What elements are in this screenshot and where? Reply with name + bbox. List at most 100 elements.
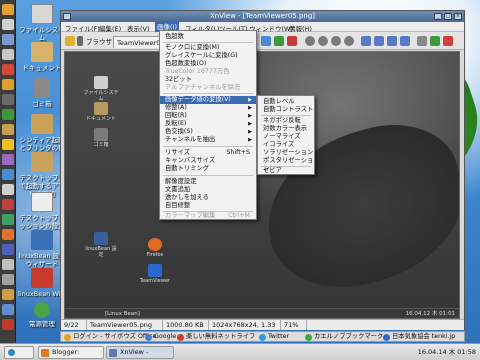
bookmark-google[interactable]: ログイン - サイボウズ OfficeGoogle: [145, 332, 176, 342]
submenu-item-posterize[interactable]: ポスタリゼーション: [258, 157, 314, 172]
menu-item-color-swap[interactable]: 色交換(S) ▶: [160, 128, 256, 136]
menu-item-flip[interactable]: 反転(E) ▶: [160, 120, 256, 128]
menu-item-label: 反転(E): [165, 120, 187, 127]
maximize-icon[interactable]: □: [444, 13, 452, 20]
launcher-app-icon[interactable]: [2, 49, 14, 60]
menu-item-label: チャンネルを抽出: [165, 136, 216, 143]
launcher-app-icon[interactable]: [2, 304, 14, 315]
submenu-item-sepia[interactable]: セピア: [258, 167, 314, 175]
menu-separator: [163, 146, 253, 147]
menu-item-canvas-size[interactable]: キャンバスサイズ: [160, 157, 256, 165]
launcher-app-icon[interactable]: [2, 139, 14, 150]
menu-item-auto-crop[interactable]: 自動トリミング: [160, 165, 256, 173]
viewed-screenshot: ファイルシステム ドキュメント ゴミ箱 linuxBean 設定 TeamVie…: [65, 52, 459, 318]
launcher-app-icon[interactable]: [2, 169, 14, 180]
launcher-app-icon[interactable]: [2, 34, 14, 45]
launcher-app-icon[interactable]: [2, 19, 14, 30]
last-icon[interactable]: [400, 36, 410, 46]
next-icon[interactable]: [374, 36, 384, 46]
menu-item-monochrome[interactable]: モノクロに変換(M): [160, 44, 256, 52]
menu-item-add-text[interactable]: 文書追加: [160, 186, 256, 194]
task-label: Blogger: PuppyLin...: [52, 348, 88, 360]
menu-item-resolution[interactable]: 解像度設定: [160, 178, 256, 186]
viewed-clock: 16.04.12 木 01:01: [405, 311, 455, 317]
status-filesize: 1000.80 KB: [163, 320, 209, 330]
menu-item-resize[interactable]: リサイズ Shift+S: [160, 149, 256, 157]
submenu-item-equalize[interactable]: イコライズ: [258, 141, 314, 149]
bookmark-label: 日本気象協会 tenki.jp: [392, 333, 456, 340]
menu-item-label: カラーマップ編集: [165, 212, 216, 219]
launcher-app-icon[interactable]: [2, 109, 14, 120]
slideshow-icon[interactable]: [430, 36, 440, 46]
menu-item-colormap: カラーマップ編集 Ctrl+M: [160, 212, 256, 220]
panel-menu-button[interactable]: [4, 346, 34, 359]
task-xnview[interactable]: XnView - [TeamV...: [106, 346, 174, 360]
tab-browser[interactable]: ブラウザ: [83, 36, 115, 48]
launcher-app-icon[interactable]: [2, 154, 14, 165]
fullscreen-icon[interactable]: [417, 36, 427, 46]
launcher-app-icon[interactable]: [2, 184, 14, 195]
zoom-fit-icon[interactable]: [331, 36, 341, 46]
image-viewer[interactable]: ファイルシステム ドキュメント ゴミ箱 linuxBean 設定 TeamVie…: [64, 51, 460, 319]
menu-item-value-convert[interactable]: 画像データ値の変換(V) ▶: [160, 96, 256, 104]
submenu-arrow-icon: ▶: [248, 137, 252, 143]
submenu-arrow-icon: ▶: [248, 105, 252, 111]
bookmark-cybozu[interactable]: ログイン - サイボウズ Office: [64, 332, 156, 342]
bookmark-twitter[interactable]: Twitter: [259, 332, 289, 342]
bookmark-tenki[interactable]: 日本気象協会 tenki.jp: [383, 332, 455, 342]
menu-item-extract-channel[interactable]: チャンネルを抽出 ▶: [160, 136, 256, 144]
bookmark-icon: [177, 334, 184, 341]
menu-separator: [163, 42, 253, 43]
launcher-app-icon[interactable]: [2, 319, 14, 330]
delete-icon[interactable]: [443, 36, 453, 46]
launcher-app-icon[interactable]: [2, 274, 14, 285]
launcher-app-icon[interactable]: [2, 4, 14, 15]
launcher-app-icon[interactable]: [2, 244, 14, 255]
zoom-in-icon[interactable]: [305, 36, 315, 46]
viewed-icon-label: TeamViewer: [139, 278, 171, 284]
first-icon[interactable]: [387, 36, 397, 46]
submenu-item-log-color[interactable]: 対数カラー表示: [258, 125, 314, 133]
menu-item-color-count[interactable]: 色超数: [160, 33, 256, 41]
window-titlebar[interactable]: XnView - [TeamViewer05.png] _ □ ×: [61, 11, 464, 22]
viewed-desktop-icon: Firefox: [137, 238, 173, 258]
zoom-out-icon[interactable]: [318, 36, 328, 46]
launcher-app-icon[interactable]: [2, 94, 14, 105]
bookmark-netlife[interactable]: 楽しい無料ネットライフ: [177, 332, 255, 342]
launcher-app-icon[interactable]: [2, 79, 14, 90]
menu-item-adjust[interactable]: 修整(A) ▶: [160, 104, 256, 112]
close-icon[interactable]: ×: [454, 13, 462, 20]
launcher-app-icon[interactable]: [2, 229, 14, 240]
launcher-app-icon[interactable]: [2, 199, 14, 210]
launcher-app-icon[interactable]: [2, 64, 14, 75]
menu-item-grayscale[interactable]: グレイスケールに変換(G): [160, 52, 256, 60]
submenu-item-negative[interactable]: ネガポジ反転: [258, 117, 314, 125]
folder-icon: [31, 42, 53, 62]
menu-item-redeye[interactable]: 自目修整: [160, 202, 256, 210]
submenu-item-auto-level[interactable]: 自動レベル: [258, 98, 314, 106]
launcher-app-icon[interactable]: [2, 214, 14, 225]
task-blogger[interactable]: Blogger: PuppyLin...: [38, 346, 104, 360]
bookmark-kaeru[interactable]: カエルノブブックマーク...: [305, 332, 389, 342]
redo-icon[interactable]: [287, 36, 297, 46]
viewed-icon-label: ゴミ箱: [93, 142, 109, 148]
menu-item-32bit[interactable]: 32ビット: [160, 76, 256, 84]
menu-item-rotate[interactable]: 回転(R) ▶: [160, 112, 256, 120]
launcher-app-icon[interactable]: [2, 259, 14, 270]
panel-clock[interactable]: 16.04.14 木 01:58: [418, 346, 476, 359]
bookmark-icon: [383, 334, 390, 341]
launcher-app-icon[interactable]: [2, 124, 14, 135]
zoom-actual-icon[interactable]: [344, 36, 354, 46]
minimize-icon[interactable]: _: [434, 13, 442, 20]
submenu-item-solarize[interactable]: ソラリゼーション: [258, 149, 314, 157]
submenu-item-auto-contrast[interactable]: 自動コントラスト: [258, 106, 314, 114]
prev-icon[interactable]: [361, 36, 371, 46]
launcher-app-icon[interactable]: [2, 289, 14, 300]
zoom-icon[interactable]: [261, 36, 271, 46]
bookmark-label: ログイン - サイボウズ Office: [73, 333, 157, 340]
menu-item-watermark[interactable]: 透かしを加える: [160, 194, 256, 202]
submenu-item-normalize[interactable]: ノーマライズ: [258, 133, 314, 141]
rotate-icon[interactable]: [274, 36, 284, 46]
menu-item-color-convert[interactable]: 色超数変換(O): [160, 60, 256, 68]
viewed-desktop-icon: ゴミ箱: [83, 128, 119, 148]
